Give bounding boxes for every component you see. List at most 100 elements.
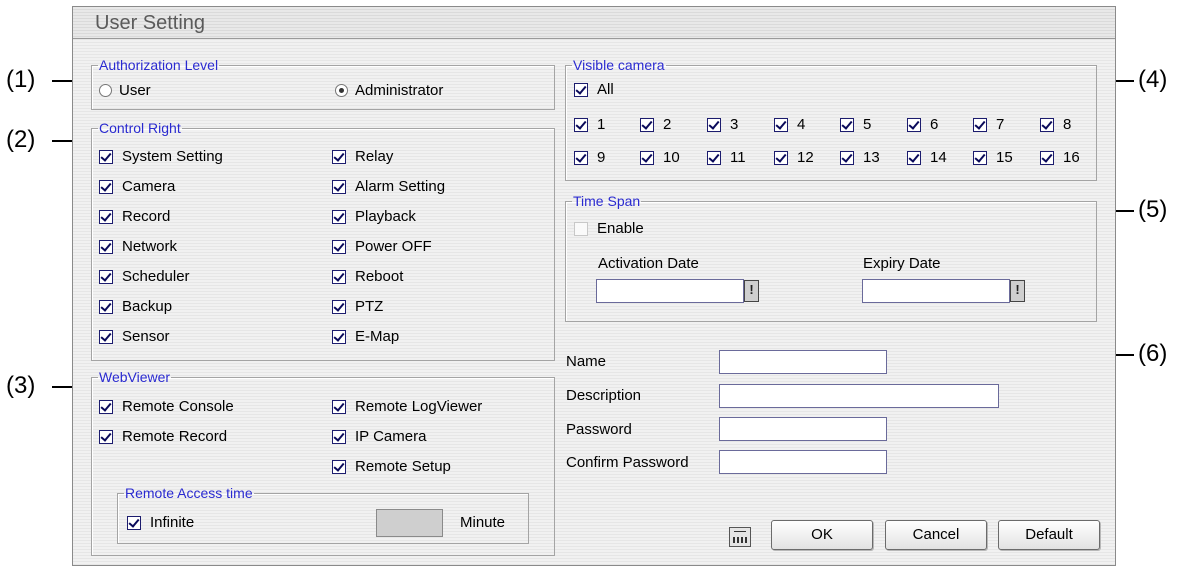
expiry-date-picker-button[interactable]: ! [1010, 280, 1025, 302]
checkbox-time-span-enable[interactable] [574, 222, 588, 236]
checkbox-camera-4[interactable] [774, 118, 788, 132]
checkbox-playback[interactable] [332, 210, 346, 224]
label-e-map: E-Map [355, 328, 400, 345]
checkbox-camera-10[interactable] [640, 151, 654, 165]
label-camera-8: 8 [1063, 116, 1072, 133]
checkbox-sensor[interactable] [99, 330, 113, 344]
label-camera-14: 14 [930, 149, 947, 166]
visible-camera-legend: Visible camera [573, 57, 665, 73]
ok-button[interactable]: OK [771, 520, 873, 550]
checkbox-remote-logviewer[interactable] [332, 400, 346, 414]
checkbox-camera-6[interactable] [907, 118, 921, 132]
label-network: Network [122, 238, 178, 255]
checkbox-ptz[interactable] [332, 300, 346, 314]
checkbox-camera-all[interactable] [574, 83, 588, 97]
label-camera-3: 3 [730, 116, 739, 133]
activation-date-picker-button[interactable]: ! [744, 280, 759, 302]
checkbox-camera-12[interactable] [774, 151, 788, 165]
checkbox-camera-14[interactable] [907, 151, 921, 165]
label-minute: Minute [460, 514, 506, 531]
label-power-off: Power OFF [355, 238, 432, 255]
checkbox-camera[interactable] [99, 180, 113, 194]
checkbox-e-map[interactable] [332, 330, 346, 344]
label-remote-console: Remote Console [122, 398, 234, 415]
label-ip-camera: IP Camera [355, 428, 427, 445]
label-password: Password [566, 421, 632, 438]
radio-user-label[interactable]: User [119, 82, 151, 99]
label-camera-6: 6 [930, 116, 939, 133]
callout-3: (3) [6, 372, 36, 399]
expiry-date-field[interactable] [862, 279, 1010, 303]
label-camera-16: 16 [1063, 149, 1080, 166]
label-time-span-enable: Enable [597, 220, 644, 237]
title-bar: User Setting [73, 7, 1115, 39]
control-right-legend: Control Right [99, 120, 181, 136]
callout-1: (1) [6, 66, 36, 93]
label-camera-4: 4 [797, 116, 806, 133]
label-remote-logviewer: Remote LogViewer [355, 398, 483, 415]
window-title: User Setting [95, 12, 206, 34]
label-system-setting: System Setting [122, 148, 223, 165]
label-name: Name [566, 353, 607, 370]
checkbox-camera-9[interactable] [574, 151, 588, 165]
checkbox-camera-3[interactable] [707, 118, 721, 132]
checkbox-camera-16[interactable] [1040, 151, 1054, 165]
label-expiry-date: Expiry Date [863, 255, 941, 272]
callout-4: (4) [1138, 66, 1168, 93]
radio-user[interactable] [99, 84, 112, 97]
time-span-legend: Time Span [573, 193, 641, 209]
label-scheduler: Scheduler [122, 268, 190, 285]
label-camera-12: 12 [797, 149, 814, 166]
label-infinite: Infinite [150, 514, 195, 531]
password-input[interactable] [719, 417, 887, 441]
callout-6: (6) [1138, 340, 1168, 367]
confirm-password-input[interactable] [719, 450, 887, 474]
remote-access-time-legend: Remote Access time [125, 485, 253, 501]
description-input[interactable] [719, 384, 999, 408]
name-input[interactable] [719, 350, 887, 374]
default-button[interactable]: Default [998, 520, 1100, 550]
checkbox-camera-1[interactable] [574, 118, 588, 132]
checkbox-ip-camera[interactable] [332, 430, 346, 444]
radio-administrator-label[interactable]: Administrator [355, 82, 443, 99]
radio-administrator[interactable] [335, 84, 348, 97]
label-camera-10: 10 [663, 149, 680, 166]
checkbox-power-off[interactable] [332, 240, 346, 254]
label-remote-record: Remote Record [122, 428, 228, 445]
checkbox-network[interactable] [99, 240, 113, 254]
checkbox-camera-13[interactable] [840, 151, 854, 165]
label-relay: Relay [355, 148, 394, 165]
checkbox-relay[interactable] [332, 150, 346, 164]
label-backup: Backup [122, 298, 173, 315]
label-playback: Playback [355, 208, 416, 225]
label-camera-11: 11 [730, 149, 746, 166]
checkbox-camera-15[interactable] [973, 151, 987, 165]
checkbox-scheduler[interactable] [99, 270, 113, 284]
checkbox-remote-record[interactable] [99, 430, 113, 444]
minute-input[interactable] [376, 509, 443, 537]
callout-2: (2) [6, 126, 36, 153]
checkbox-camera-8[interactable] [1040, 118, 1054, 132]
checkbox-camera-5[interactable] [840, 118, 854, 132]
checkbox-camera-2[interactable] [640, 118, 654, 132]
checkbox-camera-7[interactable] [973, 118, 987, 132]
cancel-button[interactable]: Cancel [885, 520, 987, 550]
webviewer-legend: WebViewer [99, 369, 171, 385]
label-reboot: Reboot [355, 268, 404, 285]
checkbox-remote-console[interactable] [99, 400, 113, 414]
checkbox-reboot[interactable] [332, 270, 346, 284]
checkbox-infinite[interactable] [127, 516, 141, 530]
checkbox-backup[interactable] [99, 300, 113, 314]
checkbox-record[interactable] [99, 210, 113, 224]
activation-date-field[interactable] [596, 279, 744, 303]
label-ptz: PTZ [355, 298, 384, 315]
checkbox-camera-11[interactable] [707, 151, 721, 165]
checkbox-system-setting[interactable] [99, 150, 113, 164]
label-description: Description [566, 387, 642, 404]
label-activation-date: Activation Date [598, 255, 699, 272]
keyboard-icon[interactable] [729, 527, 751, 547]
label-camera-all: All [597, 81, 614, 98]
label-alarm-setting: Alarm Setting [355, 178, 446, 195]
checkbox-remote-setup[interactable] [332, 460, 346, 474]
checkbox-alarm-setting[interactable] [332, 180, 346, 194]
